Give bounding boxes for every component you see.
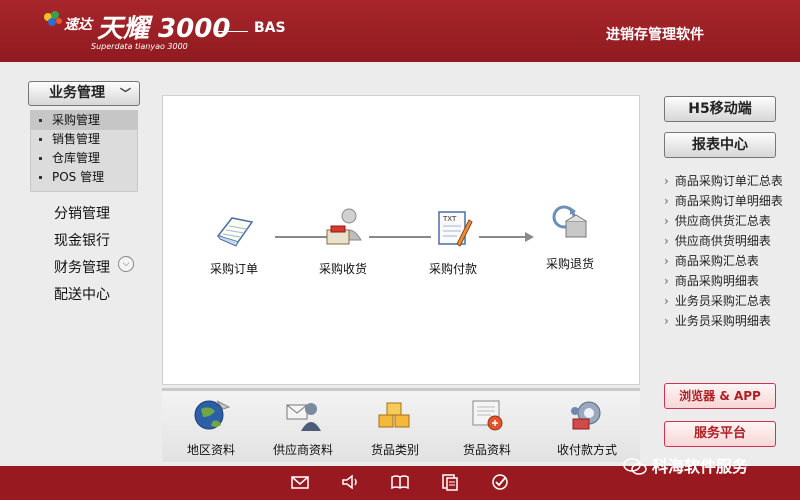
flow-step-label: 采购付款 bbox=[428, 262, 477, 276]
svg-text:TXT: TXT bbox=[442, 215, 457, 223]
flow-step-label: 采购订单 bbox=[209, 262, 258, 276]
submenu-item-pos[interactable]: POS 管理 bbox=[31, 168, 137, 187]
flow-step-purchase-receipt[interactable]: 采购收货 bbox=[298, 206, 388, 277]
watermark-text: 科海软件服务 bbox=[652, 457, 749, 476]
payment-method-button[interactable]: 收付款方式 bbox=[542, 397, 632, 458]
goods-data-button[interactable]: 货品资料 bbox=[442, 397, 532, 458]
supplier-data-label: 供应商资料 bbox=[272, 443, 333, 457]
business-management-label: 业务管理 bbox=[49, 85, 105, 101]
chevron-right-icon: › bbox=[664, 294, 669, 308]
flow-step-purchase-return[interactable]: 采购退货 bbox=[525, 201, 615, 272]
bullet-icon bbox=[39, 157, 42, 160]
report-label: 业务员采购明细表 bbox=[674, 314, 771, 328]
flow-step-label: 采购退货 bbox=[545, 257, 594, 271]
goods-data-label: 货品资料 bbox=[462, 443, 511, 457]
supplier-data-button[interactable]: 供应商资料 bbox=[258, 397, 348, 458]
chevron-right-icon: › bbox=[664, 314, 669, 328]
chevron-right-icon: › bbox=[664, 174, 669, 188]
report-link[interactable]: › 业务员采购明细表 bbox=[664, 312, 771, 329]
report-link[interactable]: › 商品采购明细表 bbox=[664, 272, 759, 289]
bullet-icon bbox=[39, 119, 42, 122]
browser-app-button[interactable]: 浏览器 & APP bbox=[664, 383, 776, 409]
business-submenu: 采购管理 销售管理 仓库管理 POS 管理 bbox=[30, 110, 138, 192]
sidebar-item-cash-bank[interactable]: 现金银行 bbox=[54, 230, 110, 250]
report-label: 供应商供货汇总表 bbox=[674, 214, 771, 228]
flow-step-purchase-order[interactable]: 采购订单 bbox=[189, 206, 279, 277]
business-management-button[interactable]: 业务管理 ﹀ bbox=[28, 81, 140, 106]
report-link[interactable]: › 商品采购汇总表 bbox=[664, 252, 759, 269]
chevron-right-icon: › bbox=[664, 274, 669, 288]
goods-category-button[interactable]: 货品类别 bbox=[350, 397, 440, 458]
report-label: 商品采购汇总表 bbox=[674, 254, 759, 268]
report-label: 商品采购订单明细表 bbox=[674, 194, 783, 208]
chevron-right-icon: › bbox=[664, 254, 669, 268]
wechat-icon bbox=[623, 458, 647, 475]
submenu-label: 仓库管理 bbox=[52, 151, 101, 165]
goods-document-icon bbox=[472, 400, 503, 431]
submenu-item-warehouse[interactable]: 仓库管理 bbox=[31, 149, 137, 168]
expand-chevron-icon[interactable]: ⌵ bbox=[118, 256, 134, 272]
report-label: 商品采购订单汇总表 bbox=[674, 174, 783, 188]
chevron-down-icon: ﹀ bbox=[120, 87, 131, 100]
h5-mobile-button[interactable]: H5移动端 bbox=[664, 96, 776, 122]
submenu-label: 采购管理 bbox=[52, 113, 101, 127]
app-header: 速达 天耀 3000 BAS Superdata tianyao 3000 进销… bbox=[0, 0, 800, 62]
notes-icon[interactable] bbox=[440, 472, 460, 492]
boxes-icon bbox=[378, 402, 410, 428]
flow-step-label: 采购收货 bbox=[318, 262, 367, 276]
region-data-label: 地区资料 bbox=[186, 443, 235, 457]
notebook-icon bbox=[216, 217, 254, 247]
report-link[interactable]: › 商品采购订单汇总表 bbox=[664, 172, 783, 189]
report-label: 商品采购明细表 bbox=[674, 274, 759, 288]
purchase-flow-panel: 采购订单 采购收货 TXT 采购付款 采购退货 bbox=[162, 95, 640, 385]
brand-title: 天耀 3000 bbox=[97, 14, 231, 44]
chevron-right-icon: › bbox=[664, 194, 669, 208]
sidebar-item-finance[interactable]: 财务管理 bbox=[54, 257, 110, 277]
service-platform-button[interactable]: 服务平台 bbox=[664, 421, 776, 447]
region-data-button[interactable]: 地区资料 bbox=[166, 397, 256, 458]
report-link[interactable]: › 商品采购订单明细表 bbox=[664, 192, 783, 209]
check-circle-icon[interactable] bbox=[490, 472, 510, 492]
supplier-icon bbox=[286, 403, 321, 431]
brand-small: 速达 bbox=[64, 17, 92, 33]
goods-category-label: 货品类别 bbox=[370, 443, 419, 457]
globe-icon bbox=[194, 400, 231, 430]
speaker-icon[interactable] bbox=[340, 472, 360, 492]
receiving-person-icon bbox=[326, 208, 362, 245]
payment-gear-icon bbox=[571, 401, 601, 430]
return-package-icon bbox=[552, 205, 587, 238]
brand-subtitle: Superdata tianyao 3000 bbox=[91, 42, 188, 51]
flow-step-purchase-payment[interactable]: TXT 采购付款 bbox=[408, 206, 498, 277]
bullet-icon bbox=[39, 176, 42, 179]
report-link[interactable]: › 供应商供货明细表 bbox=[664, 232, 771, 249]
report-center-button[interactable]: 报表中心 bbox=[664, 132, 776, 158]
bullet-icon bbox=[39, 138, 42, 141]
book-icon[interactable] bbox=[390, 472, 410, 492]
submenu-item-purchase[interactable]: 采购管理 bbox=[31, 111, 137, 130]
basic-data-panel: 地区资料 供应商资料 货品类别 货品资料 收付款方式 bbox=[162, 388, 640, 462]
mail-icon[interactable] bbox=[290, 472, 310, 492]
brand-edition: BAS bbox=[254, 20, 286, 36]
brand-divider bbox=[216, 31, 248, 32]
report-link[interactable]: › 业务员采购汇总表 bbox=[664, 292, 771, 309]
document-pencil-icon: TXT bbox=[438, 211, 473, 247]
sidebar-item-distribution[interactable]: 分销管理 bbox=[54, 203, 110, 223]
submenu-label: POS 管理 bbox=[52, 170, 105, 184]
sidebar-item-delivery[interactable]: 配送中心 bbox=[54, 284, 110, 304]
chevron-right-icon: › bbox=[664, 234, 669, 248]
report-label: 供应商供货明细表 bbox=[674, 234, 771, 248]
report-link[interactable]: › 供应商供货汇总表 bbox=[664, 212, 771, 229]
report-label: 业务员采购汇总表 bbox=[674, 294, 771, 308]
chevron-right-icon: › bbox=[664, 214, 669, 228]
submenu-label: 销售管理 bbox=[52, 132, 101, 146]
submenu-item-sales[interactable]: 销售管理 bbox=[31, 130, 137, 149]
logo-icon bbox=[44, 11, 62, 26]
payment-method-label: 收付款方式 bbox=[556, 443, 617, 457]
app-title: 进销存管理软件 bbox=[606, 27, 704, 43]
